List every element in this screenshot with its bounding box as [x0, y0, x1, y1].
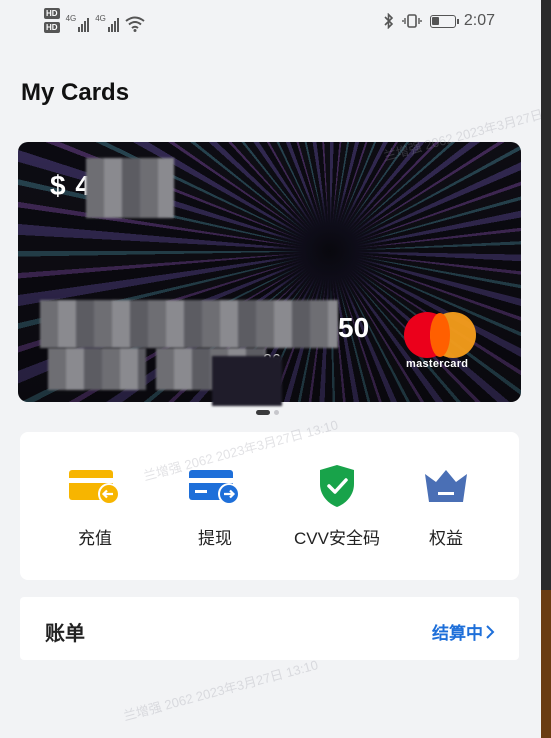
- mastercard-logo: mastercard: [404, 312, 484, 372]
- battery-icon: [429, 14, 459, 28]
- signal-icon: 4G: [66, 14, 90, 32]
- bill-title: 账单: [45, 623, 85, 645]
- bill-row[interactable]: 账单 结算中: [20, 597, 519, 660]
- withdraw-label: 提现: [198, 529, 232, 548]
- signal-icon-2: 4G: [95, 14, 119, 32]
- wallet-recharge-icon: [69, 462, 121, 510]
- bill-status-text: 结算中: [432, 624, 483, 643]
- network-type-2: 4G: [95, 14, 106, 23]
- benefits-button[interactable]: 权益: [391, 462, 501, 549]
- card-number-suffix: 50: [338, 312, 370, 343]
- recharge-label: 充值: [78, 529, 112, 548]
- screen: HD HD 4G 4G 2:07 My Cards $ 4 50 masterc…: [0, 0, 551, 738]
- hd-badge-2: HD: [44, 22, 60, 33]
- benefits-label: 权益: [429, 529, 463, 548]
- status-right: 2:07: [384, 12, 495, 30]
- page-dot: [274, 410, 279, 415]
- crown-icon: [423, 462, 469, 510]
- adjacent-window-edge: [541, 0, 551, 738]
- cvv-label: CVV安全码: [294, 529, 380, 548]
- mastercard-text: mastercard: [406, 358, 469, 370]
- battery-level: [431, 16, 440, 25]
- withdraw-button[interactable]: 提现: [160, 462, 270, 549]
- hd-indicators: HD HD: [44, 8, 60, 33]
- card-page-indicator: [256, 410, 279, 415]
- shield-check-icon: [318, 462, 356, 510]
- redacted-card-holder: [48, 348, 146, 390]
- chevron-right-icon: [486, 624, 495, 639]
- bill-status[interactable]: 结算中: [432, 619, 495, 644]
- watermark: 兰增强 2062 2023年3月27日 13:10: [121, 654, 320, 724]
- hd-badge-1: HD: [44, 8, 60, 19]
- clock: 2:07: [463, 12, 495, 29]
- redacted-balance: [86, 158, 174, 218]
- quick-actions: 充值 提现 CVV安全码 权益: [20, 432, 519, 580]
- network-type-1: 4G: [65, 14, 77, 23]
- recharge-button[interactable]: 充值: [40, 462, 150, 549]
- redacted-overflow: [212, 356, 282, 406]
- status-left: HD HD 4G 4G: [44, 8, 145, 33]
- card-withdraw-icon: [189, 462, 241, 510]
- page-dot-active: [256, 410, 270, 415]
- vibrate-icon: [402, 14, 422, 28]
- watermark-text-3: 兰增强 2062 2023年3月27日 13:10: [121, 657, 320, 724]
- cvv-button[interactable]: CVV安全码: [272, 462, 402, 549]
- wifi-icon: [125, 16, 145, 32]
- page-title: My Cards: [21, 79, 130, 106]
- bluetooth-icon: [384, 13, 393, 29]
- redacted-card-number: [40, 300, 338, 348]
- status-bar: HD HD 4G 4G 2:07: [0, 0, 541, 44]
